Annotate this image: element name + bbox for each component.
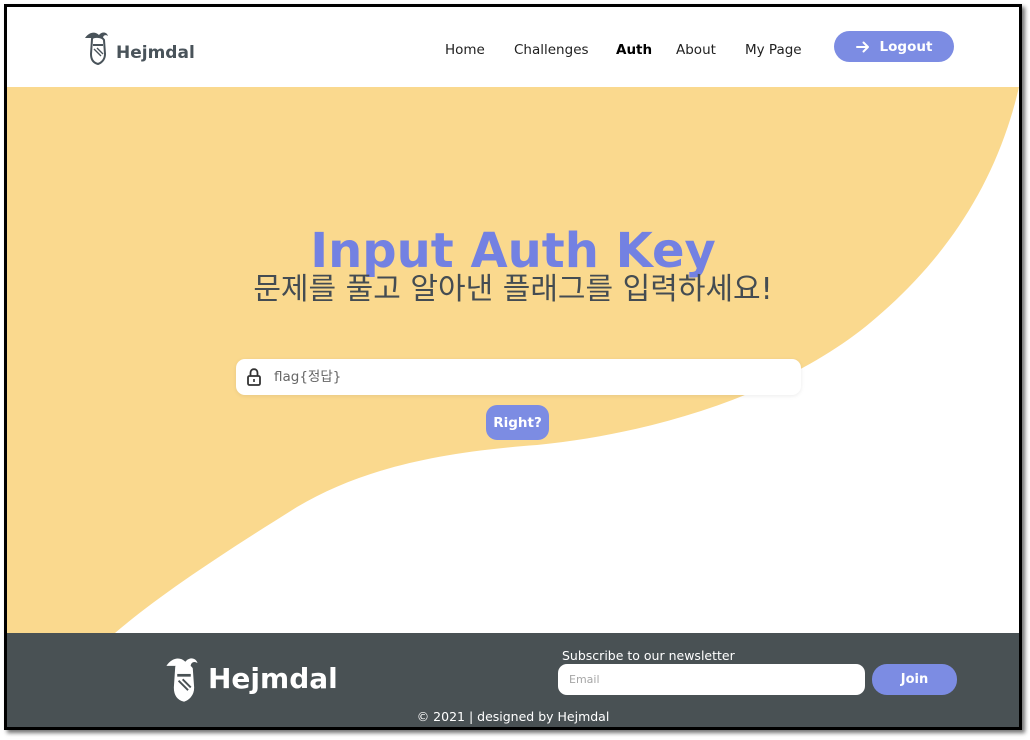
browser-frame: Hejmdal Home Challenges Auth About My Pa… bbox=[4, 4, 1022, 730]
auth-key-input[interactable] bbox=[274, 362, 774, 392]
newsletter-email-input[interactable] bbox=[558, 664, 865, 695]
arrow-right-icon bbox=[855, 41, 869, 52]
knight-helmet-icon bbox=[166, 658, 198, 702]
logout-button[interactable]: Logout bbox=[834, 31, 954, 62]
submit-flag-button[interactable]: Right? bbox=[486, 405, 549, 440]
newsletter-label: Subscribe to our newsletter bbox=[562, 648, 735, 663]
page-subtitle: 문제를 풀고 알아낸 플래그를 입력하세요! bbox=[253, 272, 773, 307]
nav-item-my-page[interactable]: My Page bbox=[745, 42, 802, 58]
copyright-text: © 2021 | designed by Hejmdal bbox=[416, 709, 610, 724]
nav-item-auth[interactable]: Auth bbox=[616, 42, 652, 58]
footer-brand-name: Hejmdal bbox=[208, 661, 338, 695]
nav-item-challenges[interactable]: Challenges bbox=[514, 42, 589, 58]
auth-key-field bbox=[236, 359, 801, 395]
nav-item-about[interactable]: About bbox=[676, 42, 716, 58]
lock-icon bbox=[247, 368, 261, 386]
site-header: Hejmdal Home Challenges Auth About My Pa… bbox=[7, 7, 1019, 87]
hero-section: Input Auth Key 문제를 풀고 알아낸 플래그를 입력하세요! Ri… bbox=[7, 87, 1019, 633]
nav-item-home[interactable]: Home bbox=[445, 42, 485, 58]
site-footer: Hejmdal Subscribe to our newsletter Join… bbox=[7, 633, 1019, 727]
logout-label: Logout bbox=[879, 38, 933, 55]
footer-brand-logo[interactable]: Hejmdal bbox=[161, 653, 338, 703]
join-button[interactable]: Join bbox=[872, 664, 957, 695]
